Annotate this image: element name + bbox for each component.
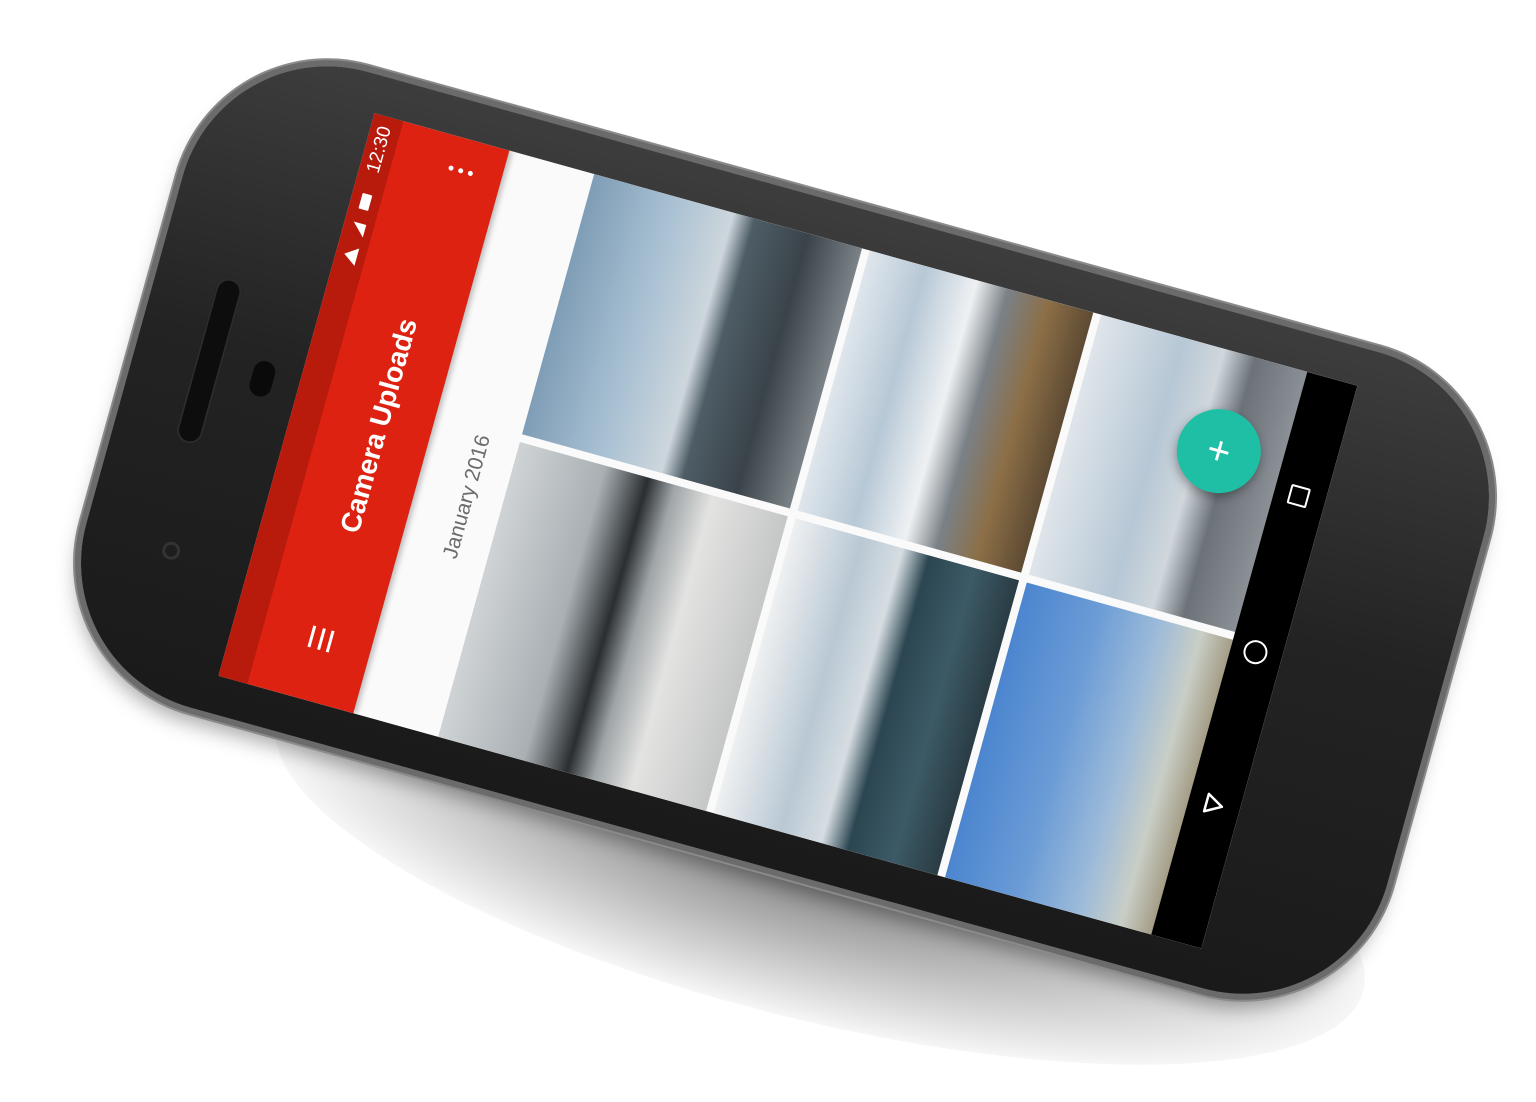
home-icon[interactable] [1240,637,1271,667]
back-icon[interactable] [1199,790,1229,820]
product-stage: 12:30 Camera Uploads January 2016 + [0,0,1536,1102]
recents-icon[interactable] [1286,483,1312,509]
status-time: 12:30 [362,124,396,176]
wifi-icon [341,245,360,266]
cell-signal-icon [349,221,366,238]
hamburger-menu-icon[interactable] [307,625,335,653]
status-icons [340,192,376,266]
battery-icon [358,192,373,211]
earpiece-speaker [173,275,245,447]
proximity-sensor [246,358,278,400]
app-toolbar: 12:30 Camera Uploads [218,113,510,714]
front-camera [160,539,183,562]
date-section-header: January 2016 [438,432,495,562]
page-title: Camera Uploads [334,314,424,537]
more-vert-icon[interactable] [447,165,474,177]
add-icon: + [1201,426,1236,476]
